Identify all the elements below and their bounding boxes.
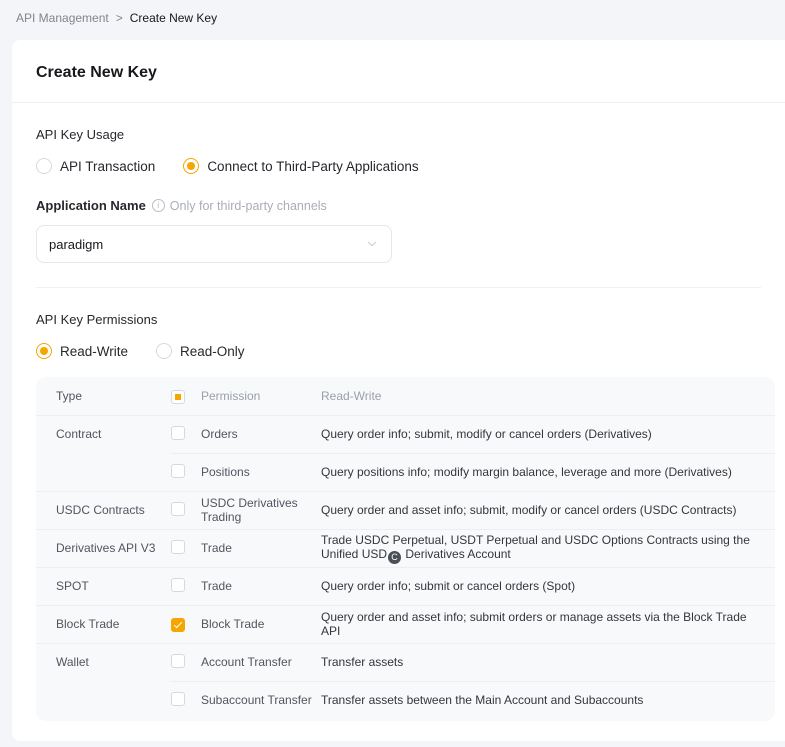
chevron-down-icon bbox=[365, 237, 379, 251]
table-row: PositionsQuery positions info; modify ma… bbox=[36, 453, 775, 491]
permissions-table-header: Type Permission Read-Write bbox=[36, 377, 775, 415]
application-name-section: Application Name i Only for third-party … bbox=[12, 198, 785, 263]
radio-api-transaction[interactable]: API Transaction bbox=[36, 158, 155, 174]
info-icon: i bbox=[152, 199, 165, 212]
row-checkbox-cell bbox=[171, 464, 201, 481]
row-type-label: Derivatives API V3 bbox=[56, 541, 171, 555]
table-row: USDC Contracts USDC Derivatives TradingQu… bbox=[36, 491, 775, 529]
table-row: Block TradeBlock TradeQuery order and as… bbox=[36, 605, 775, 643]
header-type: Type bbox=[56, 389, 171, 403]
row-permission-label: Trade bbox=[201, 541, 321, 555]
row-permission-label: Block Trade bbox=[201, 617, 321, 631]
api-key-permissions-section: API Key Permissions Read-Write Read-Only bbox=[12, 312, 785, 359]
permission-checkbox[interactable] bbox=[171, 464, 185, 478]
create-new-key-card: Create New Key API Key Usage API Transac… bbox=[12, 40, 785, 741]
row-checkbox-cell bbox=[171, 617, 201, 632]
row-type-label: Wallet bbox=[56, 655, 171, 669]
row-description: Query order and asset info; submit, modi… bbox=[321, 503, 763, 517]
row-permission-label: Positions bbox=[201, 465, 321, 479]
row-description: Transfer assets bbox=[321, 655, 763, 669]
permissions-radio-group: Read-Write Read-Only bbox=[36, 343, 761, 359]
breadcrumb-separator: > bbox=[116, 11, 123, 25]
row-description: Query order and asset info; submit order… bbox=[321, 610, 763, 638]
api-key-usage-label: API Key Usage bbox=[36, 127, 761, 142]
row-permission-label: Orders bbox=[201, 427, 321, 441]
row-permission-label: Subaccount Transfer bbox=[201, 693, 321, 707]
row-description: Trade USDC Perpetual, USDT Perpetual and… bbox=[321, 533, 763, 564]
row-description: Query positions info; modify margin bala… bbox=[321, 465, 763, 479]
api-key-usage-section: API Key Usage API Transaction Connect to… bbox=[12, 127, 785, 174]
row-checkbox-cell bbox=[171, 654, 201, 671]
permission-checkbox[interactable] bbox=[171, 692, 185, 706]
row-type-label: SPOT bbox=[56, 579, 171, 593]
table-row: Wallet Account TransferTransfer assets bbox=[36, 643, 775, 681]
row-permission-label: USDC Derivatives Trading bbox=[201, 496, 321, 524]
header-checkbox-cell bbox=[171, 389, 201, 404]
permission-checkbox[interactable] bbox=[171, 618, 185, 632]
radio-label: Connect to Third-Party Applications bbox=[207, 159, 418, 174]
radio-icon[interactable] bbox=[36, 343, 52, 359]
row-type-label: USDC Contracts bbox=[56, 503, 171, 517]
radio-label: Read-Only bbox=[180, 344, 245, 359]
row-type-label: Contract bbox=[56, 427, 171, 441]
table-row: SPOT TradeQuery order info; submit or can… bbox=[36, 567, 775, 605]
row-checkbox-cell bbox=[171, 502, 201, 519]
select-all-checkbox[interactable] bbox=[171, 390, 185, 404]
row-checkbox-cell bbox=[171, 540, 201, 557]
select-value: paradigm bbox=[49, 237, 103, 252]
table-row: Subaccount TransferTransfer assets betwe… bbox=[36, 681, 775, 719]
header-permission: Permission bbox=[201, 389, 321, 403]
table-row: Contract OrdersQuery order info; submit, … bbox=[36, 415, 775, 453]
usdc-badge-icon: C bbox=[388, 551, 401, 564]
section-divider bbox=[36, 287, 761, 288]
row-description: Transfer assets between the Main Account… bbox=[321, 693, 763, 707]
application-name-text: Application Name bbox=[36, 198, 146, 213]
radio-icon[interactable] bbox=[156, 343, 172, 359]
radio-icon[interactable] bbox=[183, 158, 199, 174]
header-mode: Read-Write bbox=[321, 389, 763, 403]
usage-radio-group: API Transaction Connect to Third-Party A… bbox=[36, 158, 761, 174]
row-checkbox-cell bbox=[171, 426, 201, 443]
row-checkbox-cell bbox=[171, 692, 201, 709]
row-description: Query order info; submit or cancel order… bbox=[321, 579, 763, 593]
breadcrumb: API Management > Create New Key bbox=[0, 0, 785, 36]
application-name-hint: i Only for third-party channels bbox=[152, 199, 327, 213]
hint-text: Only for third-party channels bbox=[170, 199, 327, 213]
radio-read-write[interactable]: Read-Write bbox=[36, 343, 128, 359]
permissions-table-body: Contract OrdersQuery order info; submit, … bbox=[36, 415, 775, 719]
breadcrumb-parent-link[interactable]: API Management bbox=[16, 11, 109, 25]
breadcrumb-current: Create New Key bbox=[130, 11, 217, 25]
row-permission-label: Account Transfer bbox=[201, 655, 321, 669]
radio-read-only[interactable]: Read-Only bbox=[156, 343, 245, 359]
permission-checkbox[interactable] bbox=[171, 540, 185, 554]
application-name-label: Application Name i Only for third-party … bbox=[36, 198, 761, 213]
row-description: Query order info; submit, modify or canc… bbox=[321, 427, 763, 441]
table-row: Derivatives API V3 TradeTrade USDC Perpet… bbox=[36, 529, 775, 567]
permissions-table: Type Permission Read-Write Contract Order… bbox=[36, 377, 775, 721]
permission-checkbox[interactable] bbox=[171, 654, 185, 668]
api-key-permissions-label: API Key Permissions bbox=[36, 312, 761, 327]
permission-checkbox[interactable] bbox=[171, 426, 185, 440]
permission-checkbox[interactable] bbox=[171, 502, 185, 516]
radio-connect-third-party[interactable]: Connect to Third-Party Applications bbox=[183, 158, 418, 174]
row-checkbox-cell bbox=[171, 578, 201, 595]
permission-checkbox[interactable] bbox=[171, 578, 185, 592]
page-title: Create New Key bbox=[12, 40, 785, 103]
radio-icon[interactable] bbox=[36, 158, 52, 174]
application-name-select[interactable]: paradigm bbox=[36, 225, 392, 263]
radio-label: API Transaction bbox=[60, 159, 155, 174]
radio-label: Read-Write bbox=[60, 344, 128, 359]
row-type-label: Block Trade bbox=[56, 617, 171, 631]
row-permission-label: Trade bbox=[201, 579, 321, 593]
